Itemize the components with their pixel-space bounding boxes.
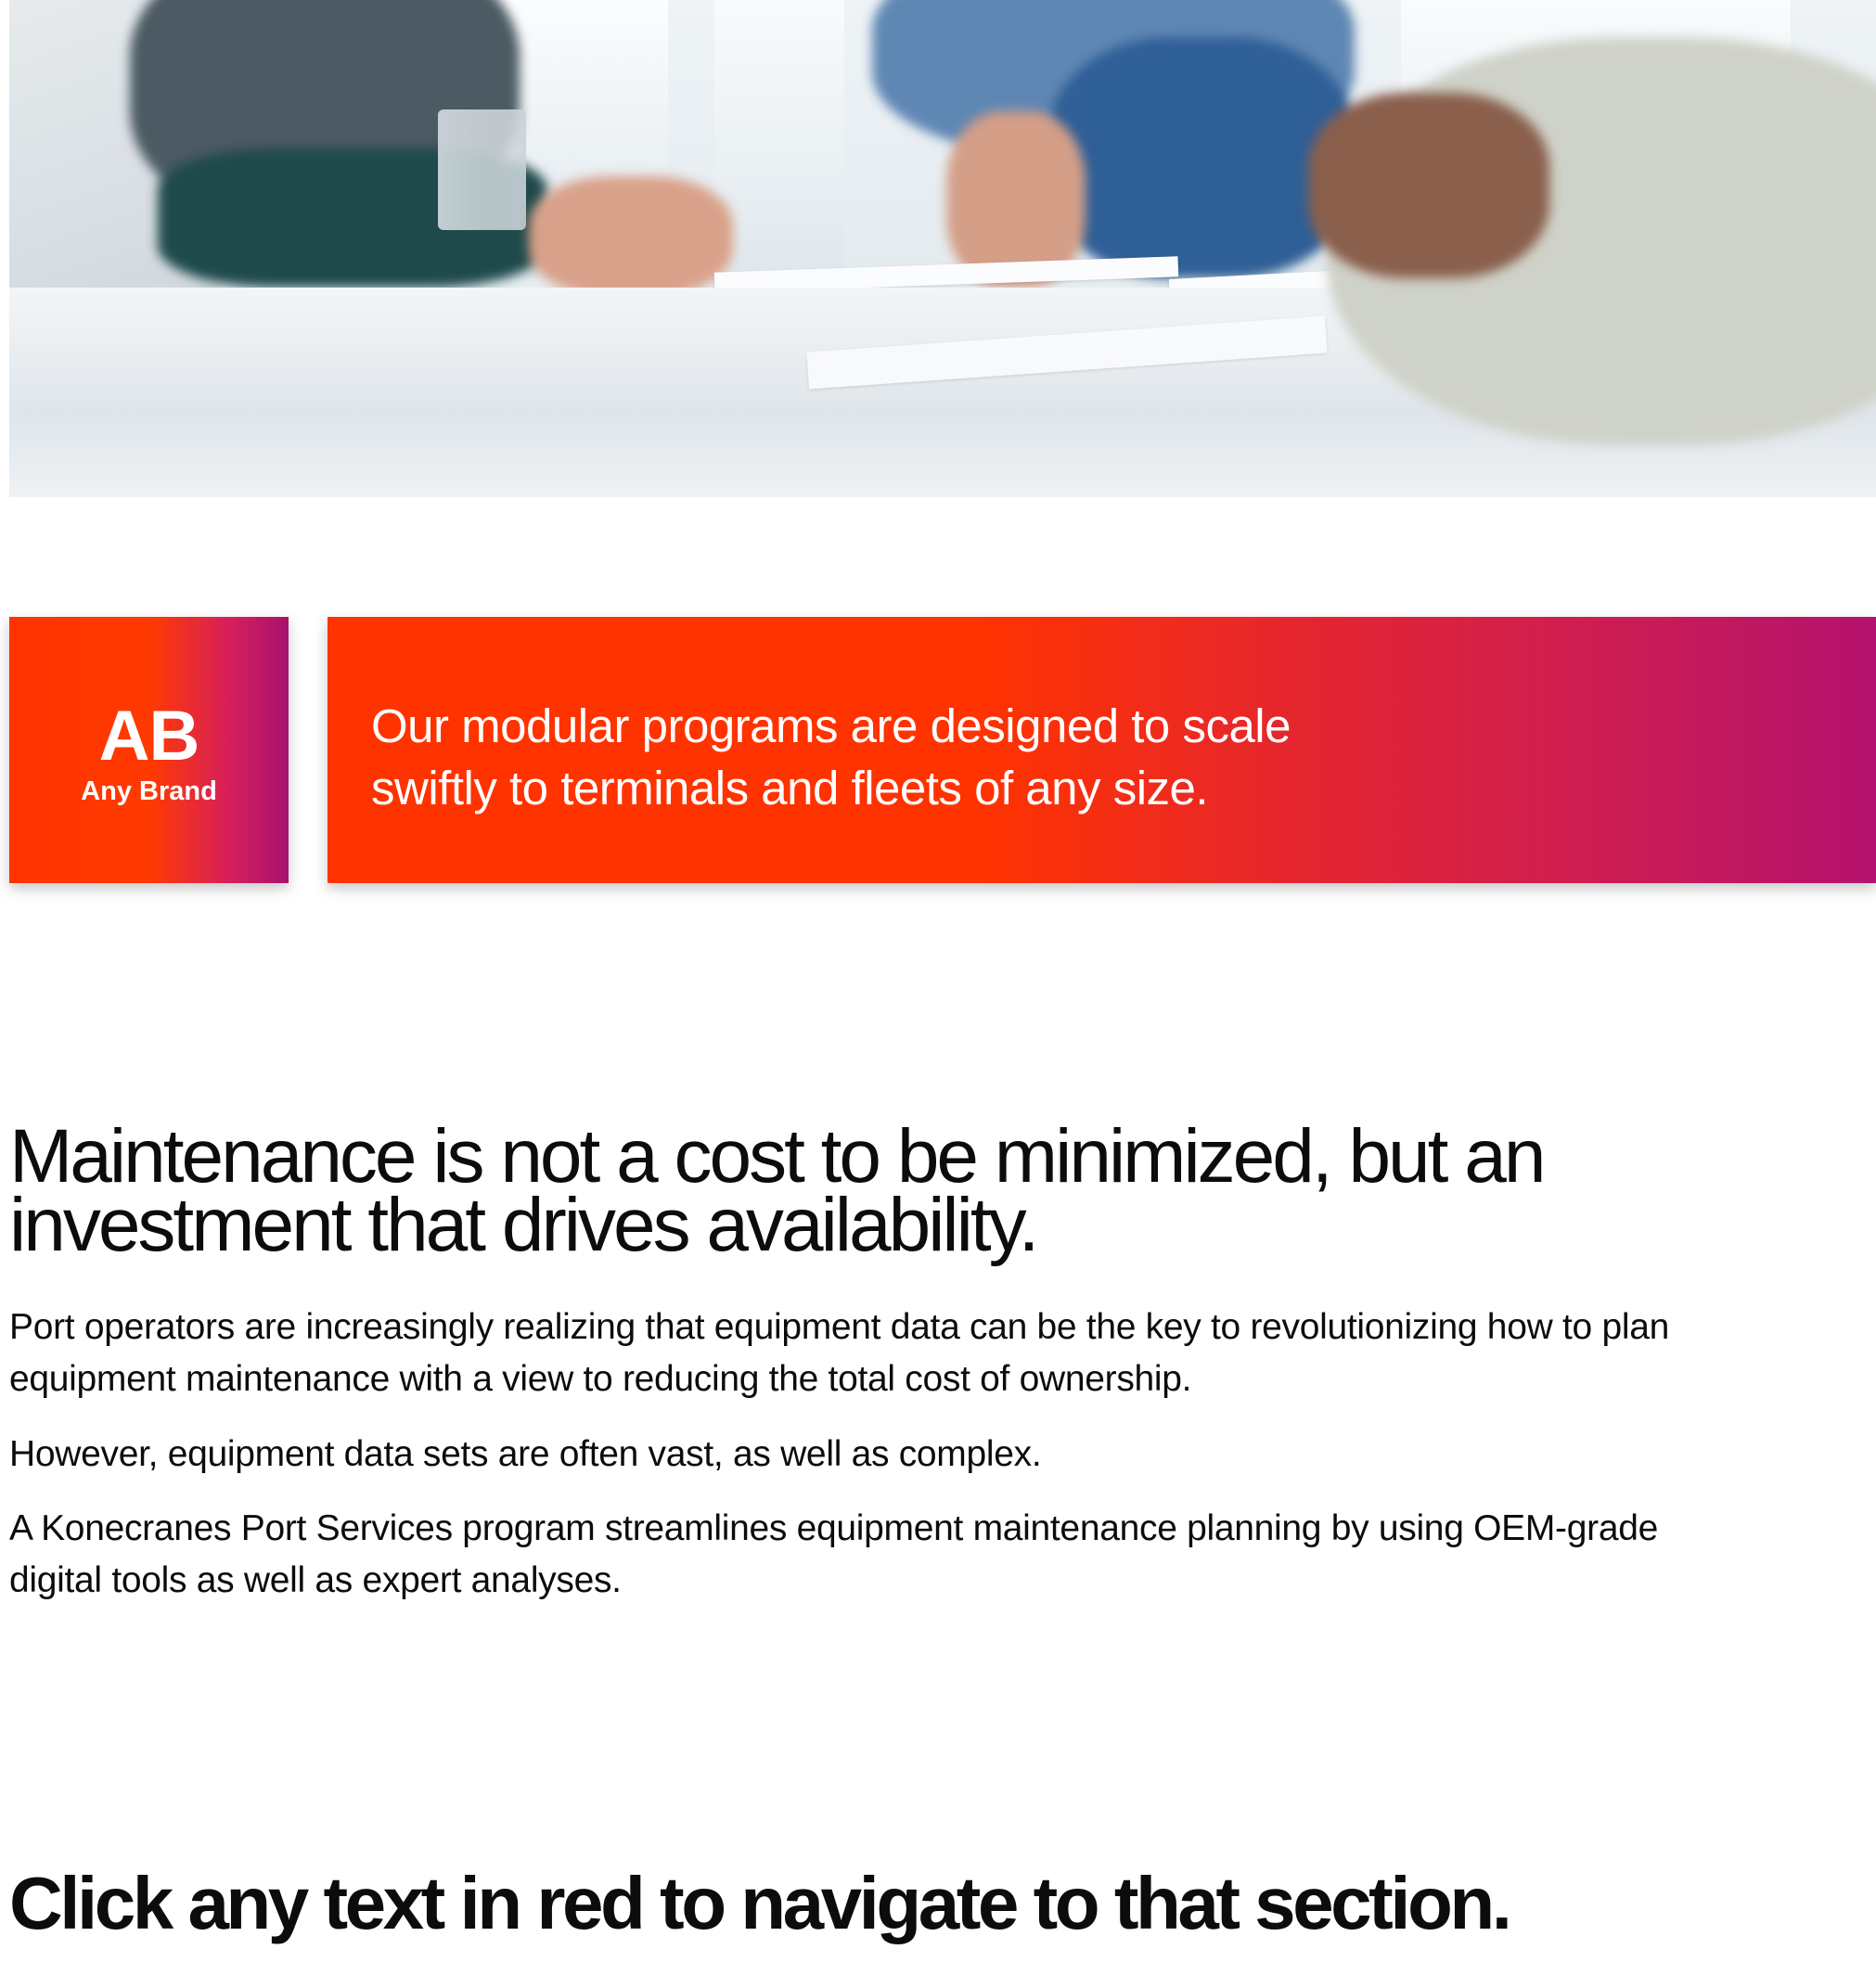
brand-badge: AB Any Brand <box>9 617 289 883</box>
article-paragraph: A Konecranes Port Services program strea… <box>9 1508 1658 1600</box>
section-heading: Maintenance is not a cost to be minimize… <box>9 1114 1546 1267</box>
article-paragraph: However, equipment data sets are often v… <box>9 1434 1042 1474</box>
article-paragraph: Port operators are increasingly realizin… <box>9 1307 1669 1399</box>
navigation-instruction: Click any text in red to navigate to tha… <box>9 1862 1512 1944</box>
value-banner: Our modular programs are designed to sca… <box>328 617 1876 883</box>
brand-monogram: AB <box>98 697 200 776</box>
hero-image <box>9 0 1876 497</box>
brand-name: Any Brand <box>81 776 217 806</box>
banner-text: Our modular programs are designed to sca… <box>371 699 1291 814</box>
